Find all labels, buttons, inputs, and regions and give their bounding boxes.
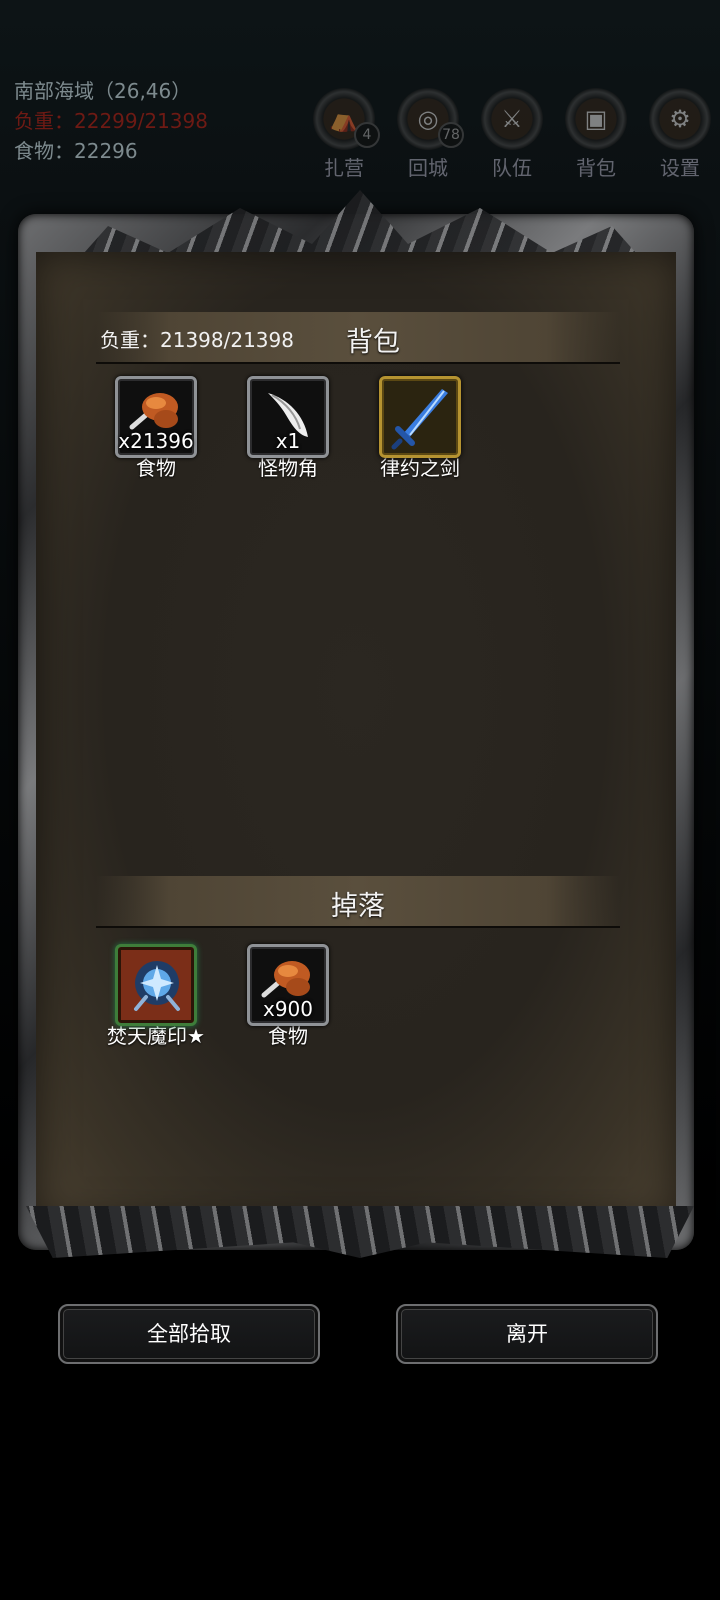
- settings-button[interactable]: ⚙ 设置: [648, 88, 712, 181]
- hud-info: 南部海域（26,46） 负重：22299/21398 食物：22296: [14, 76, 208, 166]
- drop-title: 掉落: [331, 891, 385, 922]
- item-slot: x1: [247, 376, 329, 458]
- drop-item-demon-seal[interactable]: 焚天魔印★: [96, 944, 216, 1049]
- backpack-button[interactable]: ▣ 背包: [564, 88, 628, 181]
- food-label: 食物：22296: [14, 139, 138, 163]
- backpack-icon: ▣: [565, 88, 627, 150]
- settings-label: 设置: [660, 156, 700, 180]
- drop-header: 掉落: [96, 876, 620, 928]
- bag-item-covenant-sword[interactable]: 律约之剑: [360, 376, 480, 481]
- item-quantity: x1: [275, 429, 301, 453]
- drop-item-food[interactable]: x900 食物: [228, 944, 348, 1049]
- team-icon: ⚔: [481, 88, 543, 150]
- return-city-count-badge: 78: [438, 122, 464, 148]
- hud-buttons: ⛺ 4 扎营 ◎ 78 回城 ⚔ 队伍 ▣ 背包 ⚙ 设置: [312, 88, 712, 181]
- item-slot: x21396: [115, 376, 197, 458]
- bag-header: 负重：21398/21398 背包: [96, 312, 620, 364]
- bag-title: 背包: [346, 327, 400, 358]
- leave-button[interactable]: 离开: [396, 1304, 658, 1364]
- item-slot: [115, 944, 197, 1026]
- bag-item-food[interactable]: x21396 食物: [96, 376, 216, 481]
- return-city-label: 回城: [408, 156, 448, 180]
- backpack-label: 背包: [576, 156, 616, 180]
- item-quantity: x900: [262, 997, 313, 1021]
- pickup-all-button[interactable]: 全部拾取: [58, 1304, 320, 1364]
- camp-button[interactable]: ⛺ 4 扎营: [312, 88, 380, 181]
- location-label: 南部海域（26,46）: [14, 79, 192, 103]
- camp-count-badge: 4: [354, 122, 380, 148]
- team-button[interactable]: ⚔ 队伍: [480, 88, 544, 181]
- item-quantity: x21396: [118, 429, 194, 453]
- camp-label: 扎营: [324, 156, 364, 180]
- demon-seal-icon: [134, 961, 180, 1011]
- frame-bottom-ornament: [26, 1206, 694, 1258]
- sword-icon: [391, 389, 448, 450]
- weight-label: 负重：22299/21398: [14, 109, 208, 133]
- bag-item-monster-horn[interactable]: x1 怪物角: [228, 376, 348, 481]
- team-label: 队伍: [492, 156, 532, 180]
- game-screen: 南部海域（26,46） 负重：22299/21398 食物：22296 ⛺ 4 …: [0, 0, 720, 1600]
- item-slot: x900: [247, 944, 329, 1026]
- item-slot: [379, 376, 461, 458]
- gear-icon: ⚙: [649, 88, 711, 150]
- return-city-button[interactable]: ◎ 78 回城: [396, 88, 464, 181]
